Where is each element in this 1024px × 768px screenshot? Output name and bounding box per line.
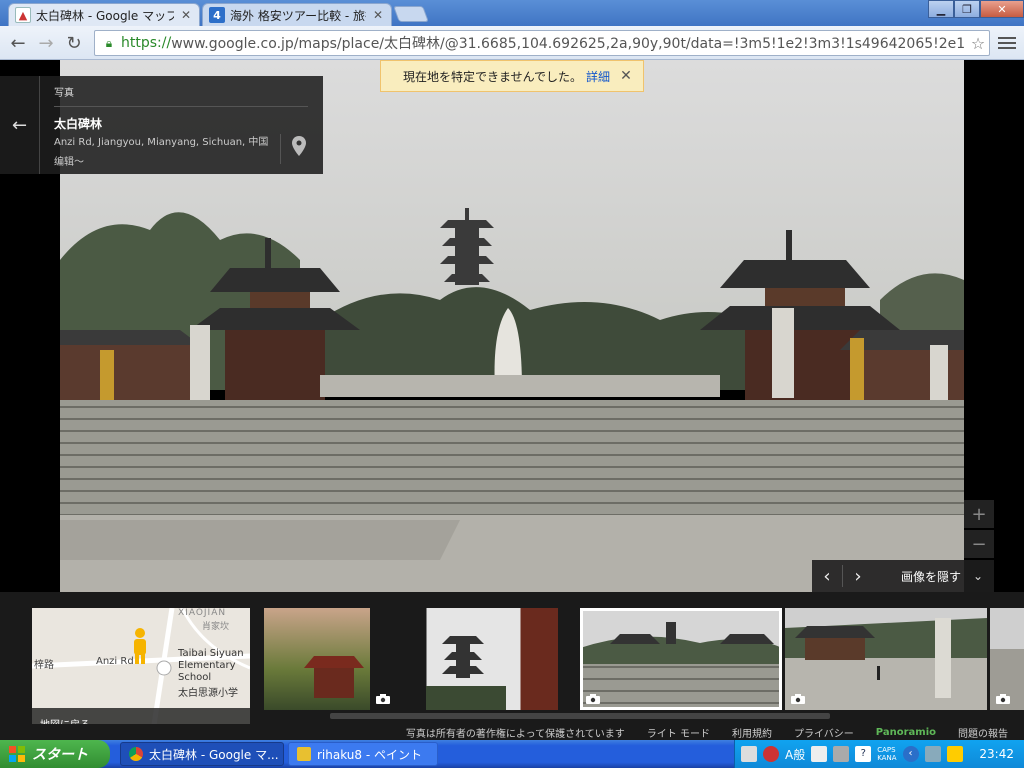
lock-icon: 🔒︎ <box>105 35 113 50</box>
tab-title: 太白碑林 - Google マップ <box>36 8 174 23</box>
keyboard-icon[interactable] <box>741 746 757 762</box>
browser-toolbar: ← → ↻ 🔒︎ https:// www.google.co.jp/maps/… <box>0 26 1024 60</box>
thumb-image <box>785 618 987 698</box>
forward-button[interactable]: → <box>36 33 56 54</box>
hide-images-button[interactable]: 画像を隠す <box>901 568 961 585</box>
map-area-label: XIAOJIAN <box>178 608 227 618</box>
address-bar[interactable]: 🔒︎ https:// www.google.co.jp/maps/place/… <box>94 30 990 56</box>
map-pin-icon[interactable] <box>292 136 306 156</box>
network-icon[interactable] <box>924 746 941 762</box>
zoom-out-button[interactable]: − <box>964 530 994 558</box>
tab-title: 海外 格安ツアー比較 - 旅行 <box>230 8 366 23</box>
thumb-image <box>580 622 782 710</box>
zoom-in-button[interactable]: + <box>964 500 994 528</box>
camera-icon <box>586 694 600 704</box>
place-info-card: ← 写真 太白碑林 Anzi Rd, Jiangyou, Mianyang, S… <box>0 76 323 174</box>
chrome-menu-icon[interactable] <box>998 34 1016 52</box>
filmstrip-scrollbar[interactable] <box>330 713 830 719</box>
location-error-banner: 現在地を特定できませんでした。 詳細 ✕ <box>380 60 644 92</box>
chevron-right-icon[interactable]: › <box>843 566 873 587</box>
divider <box>280 134 281 164</box>
close-icon[interactable]: ✕ <box>620 68 632 84</box>
ime-tool-icon[interactable] <box>811 746 828 762</box>
thumb-image <box>304 656 364 698</box>
clock: 23:42 <box>979 747 1014 761</box>
browser-tab-bar: ▲ 太白碑林 - Google マップ ✕ 4 海外 格安ツアー比較 - 旅行 … <box>0 0 1024 26</box>
photo-filmstrip: XIAOJIAN 肖家坎 梓路 Anzi Rd Taibai Siyuan El… <box>0 592 1024 740</box>
google-maps-favicon-icon: ▲ <box>15 7 31 23</box>
photo-viewer[interactable]: ← 写真 太白碑林 Anzi Rd, Jiangyou, Mianyang, S… <box>0 60 1024 592</box>
photo-thumbnail[interactable] <box>264 608 370 710</box>
photo-nav-bar: ‹ › 画像を隠す ⌄ <box>812 560 994 592</box>
url-scheme: https:// <box>121 35 172 51</box>
divider <box>54 106 308 107</box>
camera-icon <box>996 694 1010 704</box>
bookmark-star-icon[interactable]: ☆ <box>967 34 989 53</box>
url-text: www.google.co.jp/maps/place/太白碑林/@31.668… <box>171 36 967 52</box>
notice-text: 現在地を特定できませんでした。 <box>403 69 583 84</box>
camera-icon <box>376 694 390 704</box>
map-road-label: Anzi Rd <box>96 656 134 667</box>
system-tray: A般 ? CAPS KANA ‹ 23:42 <box>734 740 1024 768</box>
terms-link[interactable]: 利用規約 <box>732 725 772 740</box>
close-tab-icon[interactable]: ✕ <box>179 8 193 22</box>
mini-map[interactable]: XIAOJIAN 肖家坎 梓路 Anzi Rd Taibai Siyuan El… <box>32 608 250 738</box>
chrome-icon <box>129 747 143 761</box>
caps-label: CAPS <box>877 746 896 754</box>
ime-icon[interactable] <box>763 746 779 762</box>
paint-icon <box>297 747 311 761</box>
back-button[interactable]: ← <box>8 33 28 54</box>
more-link[interactable]: 编辑～ <box>54 153 84 168</box>
lite-mode-link[interactable]: ライト モード <box>647 725 710 740</box>
place-address: Anzi Rd, Jiangyou, Mianyang, Sichuan, 中国 <box>54 137 269 148</box>
photo-thumbnail[interactable] <box>370 608 558 710</box>
maps-footer: 写真は所有者の著作権によって保護されています ライト モード 利用規約 プライバ… <box>0 724 1024 740</box>
photo-thumbnail[interactable] <box>785 608 987 710</box>
caps-kana-indicator: CAPS KANA <box>877 746 896 762</box>
map-road-label: 梓路 <box>34 660 54 671</box>
taskbar-item-paint[interactable]: rihaku8 - ペイント <box>288 742 438 766</box>
place-name[interactable]: 太白碑林 <box>54 115 102 132</box>
windows-taskbar: スタート 太白碑林 - Google マ... rihaku8 - ペイント A… <box>0 740 1024 768</box>
panoramio-logo[interactable]: Panoramio <box>876 727 936 738</box>
volume-icon[interactable] <box>946 746 963 762</box>
chevron-down-icon[interactable]: ⌄ <box>973 569 983 583</box>
report-problem-link[interactable]: 問題の報告 <box>958 725 1008 740</box>
restore-button[interactable]: ❐ <box>954 0 980 18</box>
details-link[interactable]: 詳細 <box>586 68 610 85</box>
map-area-label-cn: 肖家坎 <box>202 622 230 632</box>
photo-thumbnail-selected[interactable] <box>580 608 782 710</box>
map-poi-label: Taibai Siyuan <box>178 648 244 659</box>
site-4-favicon-icon: 4 <box>209 7 225 23</box>
photo-thumbnail[interactable] <box>990 608 1024 710</box>
ime-pad-icon[interactable] <box>833 746 850 762</box>
chevron-left-icon[interactable]: ‹ <box>902 746 919 762</box>
map-poi-label: School <box>178 672 212 683</box>
help-icon[interactable]: ? <box>855 746 872 762</box>
minimize-button[interactable]: ▁ <box>928 0 954 18</box>
copyright-text: 写真は所有者の著作権によって保護されています <box>405 728 625 740</box>
map-poi-label: 太白思源小学 <box>178 688 238 699</box>
camera-icon <box>791 694 805 704</box>
thumb-image <box>426 636 506 710</box>
chevron-left-icon[interactable]: ‹ <box>812 566 842 587</box>
kana-label: KANA <box>877 754 897 762</box>
windows-logo-icon <box>9 746 25 762</box>
back-arrow-icon[interactable]: ← <box>0 76 40 174</box>
privacy-link[interactable]: プライバシー <box>794 725 854 740</box>
tab-tour-compare[interactable]: 4 海外 格安ツアー比較 - 旅行 ✕ <box>202 3 392 26</box>
close-window-button[interactable]: ✕ <box>980 0 1024 18</box>
category-label: 写真 <box>54 88 74 99</box>
taskbar-item-chrome[interactable]: 太白碑林 - Google マ... <box>120 742 284 766</box>
tab-google-maps[interactable]: ▲ 太白碑林 - Google マップ ✕ <box>8 3 200 26</box>
map-poi-label: Elementary <box>178 660 236 671</box>
reload-button[interactable]: ↻ <box>64 33 84 54</box>
task-label: rihaku8 - ペイント <box>317 747 423 762</box>
start-label: スタート <box>32 747 88 763</box>
ime-mode[interactable]: A般 <box>785 746 805 763</box>
task-label: 太白碑林 - Google マ... <box>149 747 279 762</box>
new-tab-button[interactable] <box>393 6 429 22</box>
start-button[interactable]: スタート <box>0 740 110 768</box>
close-tab-icon[interactable]: ✕ <box>371 8 385 22</box>
